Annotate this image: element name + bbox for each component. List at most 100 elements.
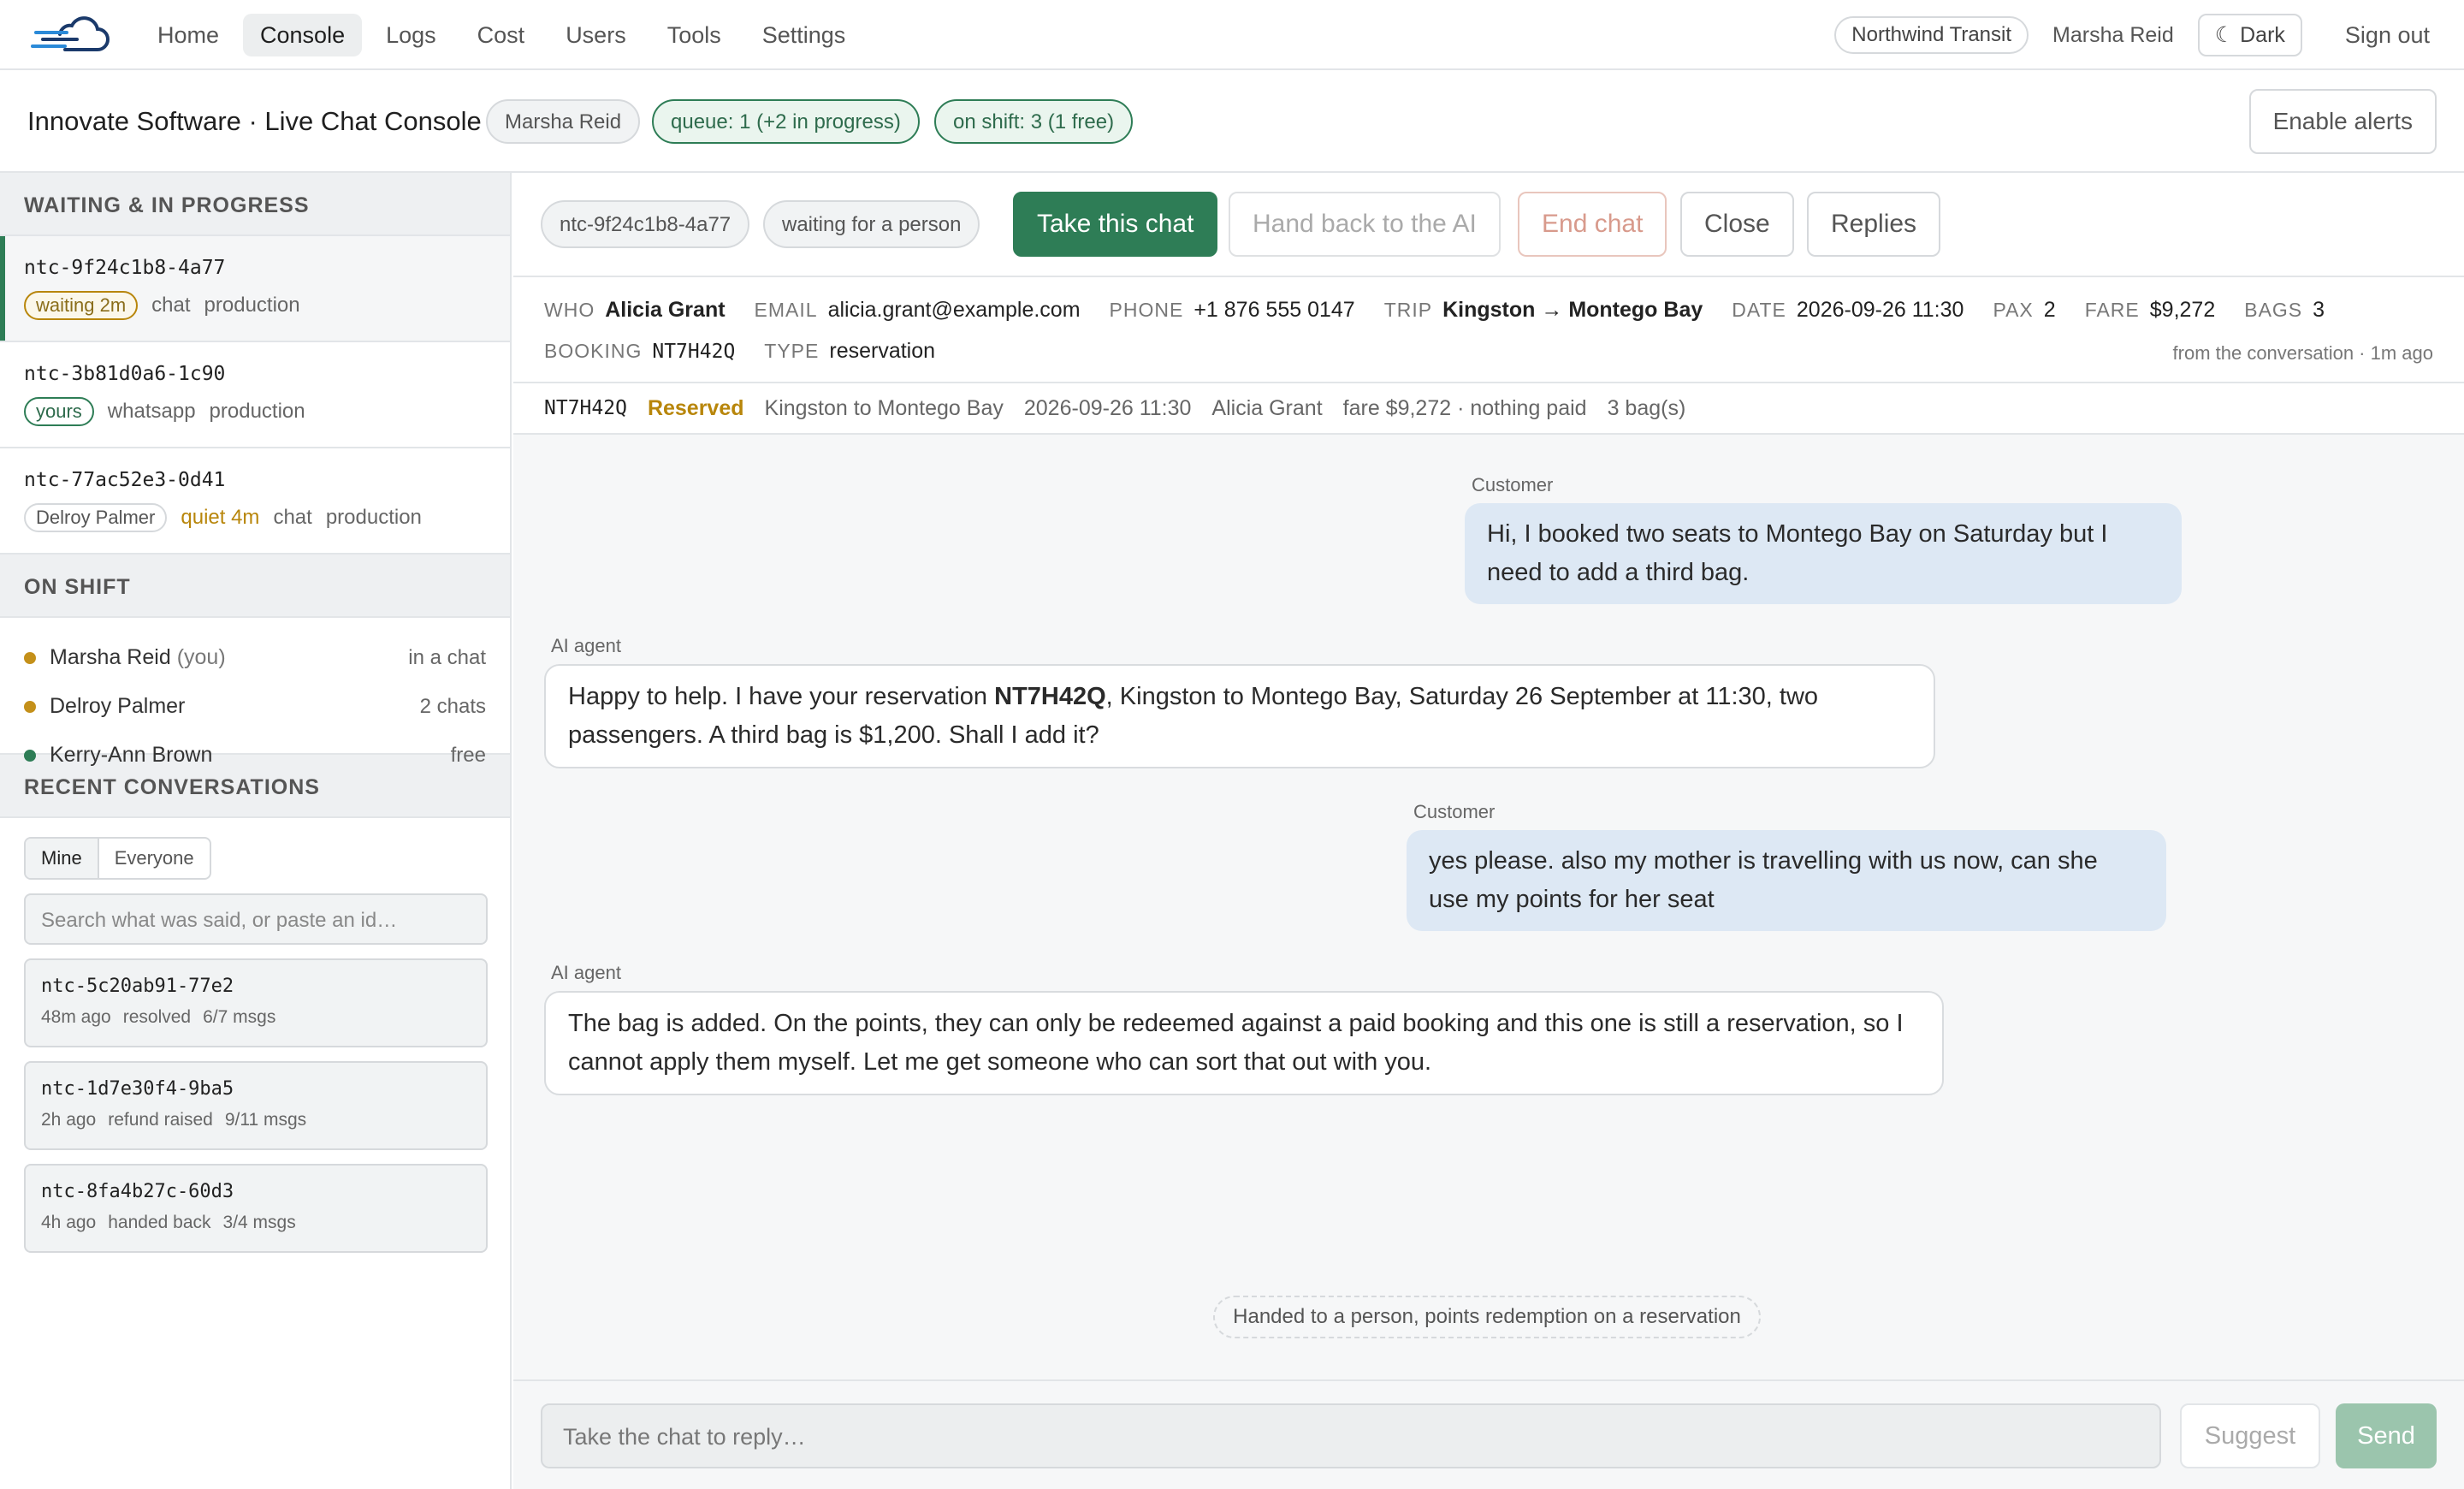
conversation-item[interactable]: ntc-77ac52e3-0d41 Delroy Palmer quiet 4m… [0, 448, 510, 555]
search-input[interactable]: Search what was said, or paste an id… [24, 893, 488, 945]
field-label: PHONE [1109, 299, 1184, 321]
quiet-timer: quiet 4m [181, 506, 260, 529]
send-button[interactable]: Send [2336, 1403, 2437, 1468]
cloud-logo-icon[interactable] [31, 15, 113, 56]
trip-route: Kingston → Montego Bay [1442, 298, 1703, 322]
member-status: 2 chats [419, 694, 486, 718]
replies-button[interactable]: Replies [1807, 192, 1941, 257]
booking-fare: fare $9,272 · nothing paid [1342, 395, 1587, 420]
recent-conversation[interactable]: ntc-5c20ab91-77e2 48m ago resolved 6/7 m… [24, 958, 488, 1047]
member-name: Marsha Reid [50, 645, 171, 669]
bag-count: 3 [2313, 298, 2325, 322]
environment-label: production [325, 506, 422, 529]
conversation-id: ntc-3b81d0a6-1c90 [24, 363, 226, 385]
close-button[interactable]: Close [1680, 192, 1794, 257]
ai-message: Happy to help. I have your reservation N… [544, 664, 1935, 768]
details-source-note: from the conversation · 1m ago [2172, 342, 2433, 364]
field-label: WHO [544, 299, 595, 321]
booking-bags: 3 bag(s) [1607, 395, 1686, 420]
member-status: in a chat [408, 645, 486, 669]
end-chat-button[interactable]: End chat [1518, 192, 1667, 257]
status-badge: yours [24, 397, 94, 426]
field-label: DATE [1732, 299, 1786, 321]
conversation-item[interactable]: ntc-3b81d0a6-1c90 yours whatsapp product… [0, 342, 510, 448]
customer-phone: +1 876 555 0147 [1194, 298, 1355, 322]
chat-transcript: Customer Hi, I booked two seats to Monte… [513, 435, 2464, 1379]
environment-label: production [204, 294, 300, 317]
suggest-button[interactable]: Suggest [2180, 1403, 2320, 1468]
age: 4h ago [41, 1213, 97, 1232]
waiting-section-heading: WAITING & IN PROGRESS [0, 173, 510, 236]
status-badge: waiting 2m [24, 291, 139, 320]
field-label: EMAIL [754, 299, 818, 321]
conversation-id: ntc-1d7e30f4-9ba5 [41, 1078, 234, 1100]
take-chat-button[interactable]: Take this chat [1013, 192, 1218, 257]
conversation-item[interactable]: ntc-9f24c1b8-4a77 waiting 2m chat produc… [0, 236, 510, 342]
customer-details: WHO Alicia Grant EMAIL alicia.grant@exampl… [513, 276, 2464, 383]
conversation-status-badge: waiting for a person [763, 200, 980, 248]
console-header: Innovate Software · Live Chat Console Ma… [0, 70, 2464, 173]
enable-alerts-button[interactable]: Enable alerts [2248, 89, 2437, 154]
recent-conversation[interactable]: ntc-8fa4b27c-60d3 4h ago handed back 3/4… [24, 1164, 488, 1253]
queue-badge: queue: 1 (+2 in progress) [652, 99, 920, 144]
filter-everyone[interactable]: Everyone [99, 839, 210, 878]
booking-code: NT7H42Q [544, 397, 627, 419]
booking-status: Reserved [647, 395, 744, 420]
nav-cost[interactable]: Cost [460, 14, 542, 56]
customer-email: alicia.grant@example.com [827, 298, 1081, 322]
dark-mode-toggle[interactable]: ☾ Dark [2197, 14, 2302, 56]
reply-input[interactable]: Take the chat to reply… [541, 1403, 2161, 1468]
nav-settings[interactable]: Settings [745, 14, 863, 56]
field-label: TRIP [1383, 299, 1433, 321]
booking-summary: NT7H42Q Reserved Kingston to Montego Bay… [513, 383, 2464, 435]
recent-conversation[interactable]: ntc-1d7e30f4-9ba5 2h ago refund raised 9… [24, 1061, 488, 1150]
field-label: PAX [1993, 299, 2034, 321]
nav-users[interactable]: Users [548, 14, 643, 56]
channel-label: chat [273, 506, 312, 529]
booking-type: reservation [829, 339, 936, 363]
org-switcher[interactable]: Northwind Transit [1834, 16, 2029, 54]
sender-label: Customer [1413, 801, 1496, 822]
environment-label: production [209, 400, 305, 423]
sender-label: AI agent [551, 635, 621, 656]
hand-back-button[interactable]: Hand back to the AI [1229, 192, 1501, 257]
page-title: Innovate Software · Live Chat Console [27, 106, 482, 136]
member-name: Kerry-Ann Brown [50, 743, 213, 767]
customer-message: Hi, I booked two seats to Montego Bay on… [1465, 503, 2182, 604]
nav-logs[interactable]: Logs [369, 14, 453, 56]
state: resolved [122, 1007, 192, 1027]
message-count: 3/4 msgs [222, 1213, 296, 1232]
passenger-count: 2 [2043, 298, 2056, 322]
sender-label: AI agent [551, 962, 621, 983]
message-count: 9/11 msgs [224, 1110, 307, 1130]
field-label: BOOKING [544, 340, 643, 362]
recent-filter: Mine Everyone [24, 837, 211, 880]
member-name: Delroy Palmer [50, 694, 186, 718]
field-label: TYPE [764, 340, 820, 362]
conversation-id-badge: ntc-9f24c1b8-4a77 [541, 200, 750, 248]
age: 48m ago [41, 1007, 111, 1027]
customer-name: Alicia Grant [605, 298, 726, 322]
trip-date: 2026-09-26 11:30 [1796, 298, 1964, 322]
on-shift-heading: ON SHIFT [0, 555, 510, 618]
field-label: FARE [2084, 299, 2140, 321]
shift-member: Marsha Reid (you) in a chat [24, 633, 486, 682]
filter-mine[interactable]: Mine [26, 839, 99, 878]
age: 2h ago [41, 1110, 97, 1130]
nav-home[interactable]: Home [140, 14, 236, 56]
conversation-panel: ntc-9f24c1b8-4a77 waiting for a person T… [513, 173, 2464, 1489]
nav-console[interactable]: Console [243, 14, 363, 56]
nav-tools[interactable]: Tools [650, 14, 738, 56]
sidebar: WAITING & IN PROGRESS ntc-9f24c1b8-4a77 … [0, 173, 512, 1489]
status-dot-icon [24, 749, 36, 762]
message-text: Happy to help. I have your reservation [568, 683, 995, 710]
reply-composer: Take the chat to reply… Suggest Send [513, 1379, 2464, 1489]
status-dot-icon [24, 700, 36, 713]
booking-datetime: 2026-09-26 11:30 [1023, 395, 1192, 420]
booking-code: NT7H42Q [652, 341, 736, 363]
ai-message: The bag is added. On the points, they ca… [544, 991, 1944, 1095]
sender-label: Customer [1472, 474, 1554, 495]
assignee-badge: Delroy Palmer [24, 503, 168, 532]
sign-out-link[interactable]: Sign out [2345, 22, 2430, 49]
on-shift-list: Marsha Reid (you) in a chat Delroy Palme… [0, 618, 510, 767]
